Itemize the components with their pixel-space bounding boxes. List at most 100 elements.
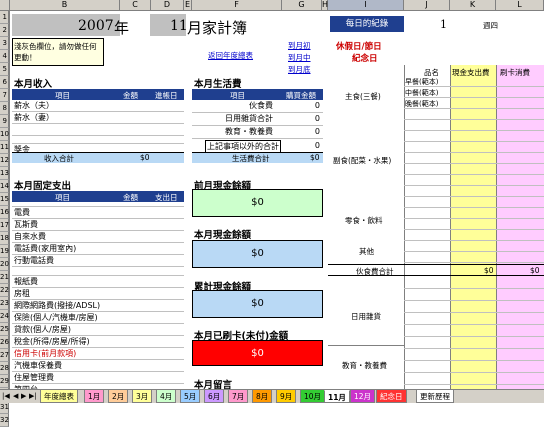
living-total-value: $0 bbox=[310, 153, 320, 162]
row-header[interactable]: 4 bbox=[0, 50, 9, 63]
income-row[interactable] bbox=[12, 124, 184, 136]
living-row[interactable]: 伙食費 0 bbox=[192, 100, 323, 113]
fixed-row[interactable]: 汽機車保養費 bbox=[12, 360, 184, 372]
row-header[interactable]: 19 bbox=[0, 245, 9, 258]
select-all-corner[interactable] bbox=[0, 0, 10, 11]
food-total-cash: $0 bbox=[484, 266, 494, 275]
living-row[interactable]: 日用雜貨合計 0 bbox=[192, 113, 323, 126]
fixed-row[interactable]: 報紙費 bbox=[12, 276, 184, 288]
row-header[interactable]: 15 bbox=[0, 193, 9, 206]
row-header[interactable]: 29 bbox=[0, 375, 9, 388]
tab-nav-last-icon[interactable]: ▶| bbox=[29, 392, 37, 400]
row-header[interactable]: 11 bbox=[0, 141, 9, 154]
row-header[interactable]: 8 bbox=[0, 102, 9, 115]
sheet-tab-changelog[interactable]: 更新歷程 bbox=[416, 390, 454, 403]
row-header[interactable]: 7 bbox=[0, 89, 9, 102]
cash-this-title: 本月現金餘額 bbox=[194, 230, 252, 241]
sheet-tab-mar[interactable]: 3月 bbox=[132, 390, 153, 403]
row-header[interactable]: 26 bbox=[0, 336, 9, 349]
sheet-tab-yearly[interactable]: 年度總表 bbox=[40, 390, 78, 403]
category-side: 副食(配菜・水果) bbox=[333, 156, 392, 165]
sheet-tab-oct[interactable]: 10月 bbox=[300, 390, 326, 403]
fixed-row[interactable]: 網際網路費(撥接/ADSL) bbox=[12, 300, 184, 312]
fixed-row[interactable]: 自來水費 bbox=[12, 231, 184, 243]
goto-month-begin-link[interactable]: 到月初 bbox=[288, 40, 311, 51]
row-header[interactable]: 27 bbox=[0, 349, 9, 362]
daily-day[interactable]: 1 bbox=[440, 18, 447, 31]
fixed-row[interactable]: 房租 bbox=[12, 288, 184, 300]
column-header-j[interactable]: J bbox=[404, 0, 450, 11]
sheet-tab-anniversary[interactable]: 紀念日 bbox=[376, 390, 407, 403]
sheet-tab-apr[interactable]: 4月 bbox=[156, 390, 177, 403]
fixed-row[interactable]: 保險(個人/汽機車/房屋) bbox=[12, 312, 184, 324]
year-label: 年 bbox=[114, 19, 130, 37]
sheet-tab-jan[interactable]: 1月 bbox=[84, 390, 105, 403]
month-value[interactable]: 11 bbox=[170, 18, 188, 34]
sheet-tab-sep[interactable]: 9月 bbox=[276, 390, 297, 403]
goto-month-end-link[interactable]: 到月底 bbox=[288, 64, 311, 75]
return-yearly-button[interactable]: 返回年度總表 bbox=[208, 50, 260, 61]
column-header-e[interactable]: E bbox=[184, 0, 192, 11]
fixed-row[interactable]: 行動電話費 bbox=[12, 255, 184, 267]
sheet-tab-jun[interactable]: 6月 bbox=[204, 390, 225, 403]
income-row[interactable] bbox=[12, 136, 184, 144]
tab-nav-first-icon[interactable]: |◀ bbox=[2, 392, 10, 400]
row-header[interactable]: 5 bbox=[0, 63, 9, 76]
fixed-row[interactable]: 電費 bbox=[12, 207, 184, 219]
row-header[interactable]: 23 bbox=[0, 297, 9, 310]
goto-month-mid-link[interactable]: 到月中 bbox=[288, 52, 311, 63]
living-row[interactable]: 教育・教養費 0 bbox=[192, 126, 323, 139]
sheet-tab-may[interactable]: 5月 bbox=[180, 390, 201, 403]
row-header[interactable]: 24 bbox=[0, 310, 9, 323]
row-header[interactable]: 25 bbox=[0, 323, 9, 336]
fixed-row[interactable]: 瓦斯費 bbox=[12, 219, 184, 231]
meal-breakfast[interactable]: 早餐(範本) bbox=[405, 77, 438, 87]
row-header[interactable]: 1 bbox=[0, 11, 9, 24]
cash-prev-value: $0 bbox=[192, 189, 323, 217]
tab-nav-next-icon[interactable]: ▶ bbox=[21, 392, 26, 400]
row-header[interactable]: 21 bbox=[0, 271, 9, 284]
sheet-tab-feb[interactable]: 2月 bbox=[108, 390, 129, 403]
column-header-d[interactable]: D bbox=[151, 0, 184, 11]
row-header[interactable]: 22 bbox=[0, 284, 9, 297]
sheet-tab-dec[interactable]: 12月 bbox=[350, 390, 376, 403]
income-row[interactable]: 薪水（夫） bbox=[12, 100, 184, 112]
column-header-g[interactable]: G bbox=[282, 0, 322, 11]
column-header-c[interactable]: C bbox=[120, 0, 151, 11]
tab-nav-prev-icon[interactable]: ◀ bbox=[13, 392, 18, 400]
sheet-tab-nov[interactable]: 11月 bbox=[324, 390, 350, 403]
sheet-tab-aug[interactable]: 8月 bbox=[252, 390, 273, 403]
fixed-row[interactable]: 住屋管理費 bbox=[12, 372, 184, 384]
fixed-row[interactable] bbox=[12, 267, 184, 276]
column-header-b[interactable]: B bbox=[10, 0, 120, 11]
row-header[interactable]: 17 bbox=[0, 219, 9, 232]
row-header[interactable]: 3 bbox=[0, 37, 9, 50]
row-header[interactable]: 32 bbox=[0, 414, 9, 427]
column-header-i[interactable]: I bbox=[328, 0, 404, 11]
fixed-row[interactable]: 稅金(所得/房屋/所得) bbox=[12, 336, 184, 348]
category-other: 其他 bbox=[359, 247, 374, 256]
sheet-tab-jul[interactable]: 7月 bbox=[228, 390, 249, 403]
row-header[interactable]: 12 bbox=[0, 154, 9, 167]
meal-dinner[interactable]: 晚餐(範本) bbox=[405, 99, 438, 109]
fixed-row[interactable]: 貸款(個人/房屋) bbox=[12, 324, 184, 336]
row-header[interactable]: 14 bbox=[0, 180, 9, 193]
column-header-f[interactable]: F bbox=[192, 0, 282, 11]
row-header[interactable]: 9 bbox=[0, 115, 9, 128]
fixed-row[interactable]: 信用卡(前月款項) bbox=[12, 348, 184, 360]
row-header[interactable]: 28 bbox=[0, 362, 9, 375]
row-header[interactable]: 2 bbox=[0, 24, 9, 37]
row-header[interactable]: 10 bbox=[0, 128, 9, 141]
meal-lunch[interactable]: 中餐(範本) bbox=[405, 88, 438, 98]
column-header-l[interactable]: L bbox=[496, 0, 544, 11]
row-header[interactable]: 16 bbox=[0, 206, 9, 219]
row-header[interactable]: 18 bbox=[0, 232, 9, 245]
year-value[interactable]: 2007 bbox=[78, 18, 114, 34]
category-main: 主食(三餐) bbox=[345, 92, 381, 101]
row-header[interactable]: 13 bbox=[0, 167, 9, 180]
fixed-row[interactable]: 電話費(家用室內) bbox=[12, 243, 184, 255]
income-row[interactable]: 薪水（妻） bbox=[12, 112, 184, 124]
row-header[interactable]: 20 bbox=[0, 258, 9, 271]
row-header[interactable]: 6 bbox=[0, 76, 9, 89]
column-header-k[interactable]: K bbox=[450, 0, 496, 11]
